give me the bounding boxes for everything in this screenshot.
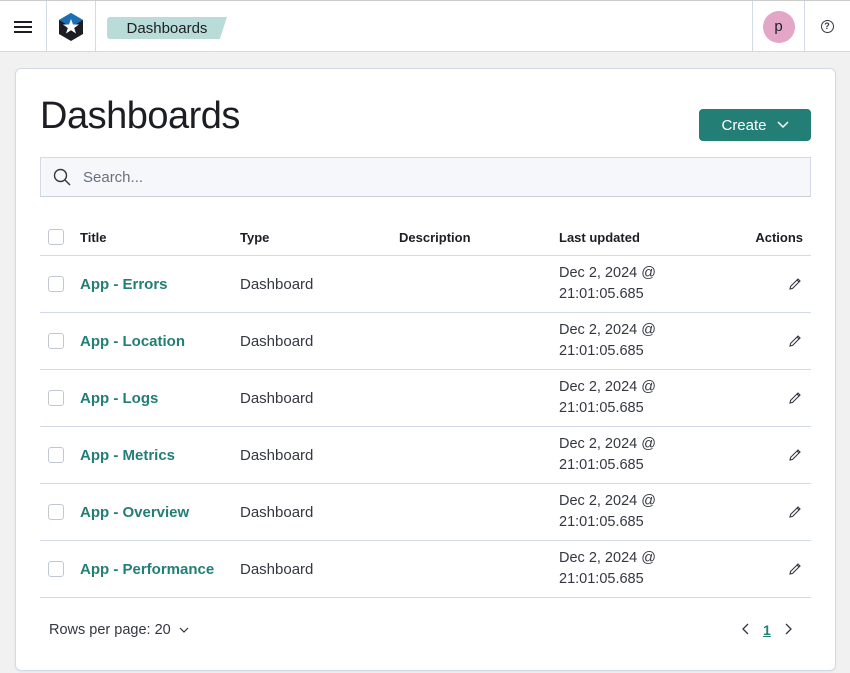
help-button[interactable]: ? — [804, 1, 850, 52]
dashboards-panel: Dashboards Create Title Type Description… — [15, 68, 836, 671]
pencil-icon — [789, 335, 801, 347]
updated-date: Dec 2, 2024 @ — [559, 265, 656, 281]
last-updated: Dec 2, 2024 @ 21:01:05.685 — [559, 377, 656, 419]
home-logo[interactable] — [47, 1, 96, 52]
create-button-label: Create — [721, 116, 767, 134]
user-menu-button[interactable]: p — [752, 1, 805, 52]
chevron-down-icon — [179, 627, 189, 633]
dashboard-title-link[interactable]: App - Location — [80, 333, 185, 350]
last-updated: Dec 2, 2024 @ 21:01:05.685 — [559, 548, 656, 590]
star-hexagon-logo-icon — [59, 12, 83, 41]
last-updated: Dec 2, 2024 @ 21:01:05.685 — [559, 263, 656, 305]
pencil-icon — [789, 506, 801, 518]
next-page-button[interactable] — [785, 622, 793, 638]
updated-date: Dec 2, 2024 @ — [559, 550, 656, 566]
dashboard-title-link[interactable]: App - Errors — [80, 276, 168, 293]
table-row: App - Metrics Dashboard Dec 2, 2024 @ 21:… — [40, 427, 811, 484]
table-row: App - Errors Dashboard Dec 2, 2024 @ 21:0… — [40, 256, 811, 313]
pencil-icon — [789, 392, 801, 404]
top-header: Dashboards p ? — [0, 0, 850, 52]
column-last-updated[interactable]: Last updated — [559, 219, 640, 255]
hamburger-icon — [14, 20, 32, 33]
table-header: Title Type Description Last updated Acti… — [40, 219, 811, 256]
menu-button[interactable] — [0, 1, 47, 52]
edit-button[interactable] — [787, 333, 803, 349]
dashboards-table: Title Type Description Last updated Acti… — [40, 219, 811, 598]
rows-per-page-label: Rows per page: 20 — [49, 622, 171, 638]
pencil-icon — [789, 278, 801, 290]
row-checkbox[interactable] — [48, 333, 64, 349]
dashboard-type: Dashboard — [240, 503, 314, 521]
dashboard-title-link[interactable]: App - Metrics — [80, 447, 175, 464]
chevron-right-icon — [785, 623, 792, 635]
row-checkbox[interactable] — [48, 390, 64, 406]
dashboard-title-link[interactable]: App - Logs — [80, 390, 158, 407]
updated-date: Dec 2, 2024 @ — [559, 436, 656, 452]
updated-date: Dec 2, 2024 @ — [559, 322, 656, 338]
edit-button[interactable] — [787, 561, 803, 577]
updated-time: 21:01:05.685 — [559, 514, 644, 530]
avatar: p — [762, 10, 795, 43]
dashboard-type: Dashboard — [240, 389, 314, 407]
updated-date: Dec 2, 2024 @ — [559, 379, 656, 395]
chevron-down-icon — [776, 121, 789, 129]
pagination: 1 — [741, 622, 793, 638]
updated-time: 21:01:05.685 — [559, 286, 644, 302]
row-checkbox[interactable] — [48, 276, 64, 292]
row-checkbox[interactable] — [48, 504, 64, 520]
column-description: Description — [399, 229, 471, 245]
updated-time: 21:01:05.685 — [559, 571, 644, 587]
updated-date: Dec 2, 2024 @ — [559, 493, 656, 509]
row-checkbox[interactable] — [48, 561, 64, 577]
table-row: App - Performance Dashboard Dec 2, 2024 … — [40, 541, 811, 598]
search-input[interactable] — [81, 167, 785, 187]
search-icon — [53, 168, 71, 186]
table-row: App - Location Dashboard Dec 2, 2024 @ 21… — [40, 313, 811, 370]
pencil-icon — [789, 449, 801, 461]
edit-button[interactable] — [787, 447, 803, 463]
last-updated: Dec 2, 2024 @ 21:01:05.685 — [559, 434, 656, 476]
column-title[interactable]: Title — [80, 219, 107, 255]
rows-per-page-selector[interactable]: Rows per page: 20 — [49, 622, 189, 638]
dashboard-title-link[interactable]: App - Performance — [80, 561, 214, 578]
chevron-left-icon — [742, 623, 749, 635]
updated-time: 21:01:05.685 — [559, 400, 644, 416]
create-button[interactable]: Create — [699, 109, 811, 141]
edit-button[interactable] — [787, 390, 803, 406]
table-row: App - Overview Dashboard Dec 2, 2024 @ 21… — [40, 484, 811, 541]
last-updated: Dec 2, 2024 @ 21:01:05.685 — [559, 491, 656, 533]
search-bar — [40, 157, 811, 197]
pencil-icon — [789, 563, 801, 575]
dashboard-title-link[interactable]: App - Overview — [80, 504, 189, 521]
page-number-button[interactable]: 1 — [763, 622, 771, 638]
select-all-checkbox[interactable] — [48, 229, 64, 245]
dashboard-type: Dashboard — [240, 560, 314, 578]
column-type: Type — [240, 229, 270, 245]
updated-time: 21:01:05.685 — [559, 343, 644, 359]
previous-page-button[interactable] — [741, 622, 749, 638]
updated-time: 21:01:05.685 — [559, 457, 644, 473]
page-title: Dashboards — [40, 95, 240, 137]
edit-button[interactable] — [787, 276, 803, 292]
dashboard-type: Dashboard — [240, 275, 314, 293]
breadcrumb-dashboards[interactable]: Dashboards — [107, 17, 227, 39]
row-checkbox[interactable] — [48, 447, 64, 463]
help-icon: ? — [820, 20, 834, 33]
column-actions: Actions — [755, 229, 803, 245]
last-updated: Dec 2, 2024 @ 21:01:05.685 — [559, 320, 656, 362]
table-row: App - Logs Dashboard Dec 2, 2024 @ 21:01:… — [40, 370, 811, 427]
dashboard-type: Dashboard — [240, 332, 314, 350]
dashboard-type: Dashboard — [240, 446, 314, 464]
edit-button[interactable] — [787, 504, 803, 520]
